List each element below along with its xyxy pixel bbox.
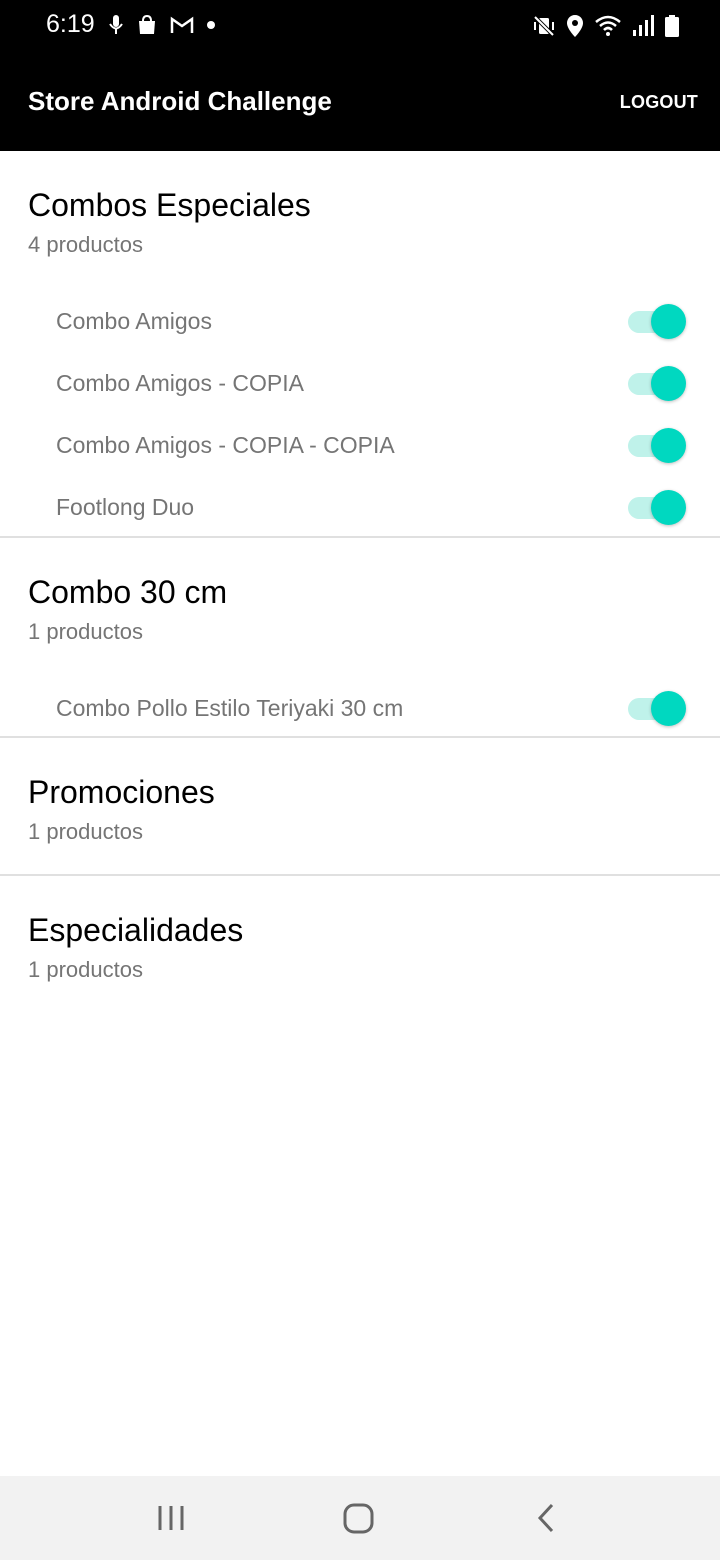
product-label: Combo Amigos — [56, 307, 212, 334]
category-title: Especialidades — [28, 912, 244, 948]
category-count: 1 productos — [28, 819, 143, 844]
dot-icon — [206, 20, 216, 30]
product-row: Combo Amigos - COPIA — [0, 352, 720, 414]
category-count: 1 productos — [28, 957, 143, 982]
category-section: Combo 30 cm 1 productos Combo Pollo Esti… — [0, 538, 720, 738]
location-icon — [566, 14, 584, 38]
product-label: Combo Pollo Estilo Teriyaki 30 cm — [56, 694, 404, 721]
product-toggle[interactable] — [628, 691, 686, 726]
category-title: Combo 30 cm — [28, 574, 228, 610]
category-count: 4 productos — [28, 232, 143, 257]
battery-icon — [664, 14, 680, 38]
home-icon[interactable] — [342, 1498, 376, 1543]
product-label: Footlong Duo — [56, 493, 195, 520]
shopping-bag-icon — [136, 14, 158, 36]
category-count: 1 productos — [28, 619, 143, 644]
category-list: Combos Especiales 4 productos Combo Amig… — [0, 151, 720, 1016]
top-bar: 6:19 Store Android Challenge LOGOUT — [0, 0, 720, 151]
app-title: Store Android Challenge — [28, 86, 332, 116]
system-nav-bar — [0, 1476, 720, 1560]
status-right-icons — [532, 14, 680, 38]
back-icon[interactable] — [532, 1498, 562, 1543]
wifi-icon — [594, 14, 622, 38]
category-section: Promociones 1 productos — [0, 738, 720, 876]
product-label: Combo Amigos - COPIA - COPIA — [56, 431, 395, 458]
category-title: Combos Especiales — [28, 187, 311, 223]
product-toggle[interactable] — [628, 304, 686, 339]
vibrate-mute-icon — [532, 14, 556, 38]
product-row: Footlong Duo — [0, 476, 720, 538]
category-section: Especialidades 1 productos — [0, 876, 720, 1016]
category-title: Promociones — [28, 774, 215, 810]
status-left-icons — [108, 14, 216, 36]
product-label: Combo Amigos - COPIA — [56, 369, 304, 396]
product-toggle[interactable] — [628, 490, 686, 525]
product-row: Combo Amigos - COPIA - COPIA — [0, 414, 720, 476]
mic-icon — [108, 14, 124, 36]
product-toggle[interactable] — [628, 428, 686, 463]
signal-icon — [632, 14, 654, 38]
gmail-icon — [170, 15, 194, 35]
product-toggle[interactable] — [628, 366, 686, 401]
product-row: Combo Amigos — [0, 290, 720, 352]
product-row: Combo Pollo Estilo Teriyaki 30 cm — [0, 677, 720, 739]
logout-button[interactable]: LOGOUT — [620, 92, 698, 113]
status-time: 6:19 — [46, 10, 95, 38]
category-section: Combos Especiales 4 productos Combo Amig… — [0, 151, 720, 538]
recent-apps-icon[interactable] — [156, 1498, 186, 1543]
